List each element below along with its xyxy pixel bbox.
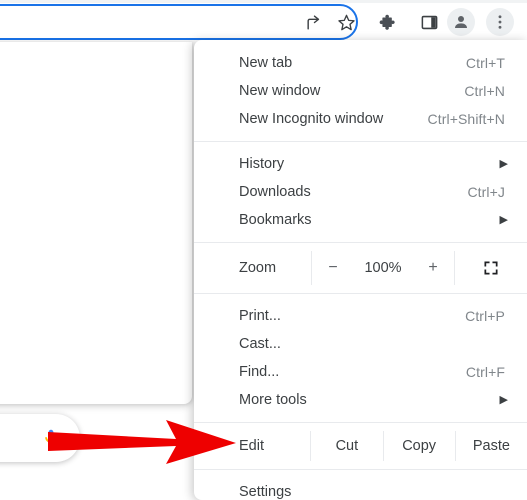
menu-separator	[194, 293, 527, 294]
menu-item-shortcut: Ctrl+Shift+N	[427, 111, 505, 127]
menu-item-bookmarks[interactable]: Bookmarks ▶	[194, 206, 527, 234]
puzzle-icon[interactable]	[377, 11, 399, 33]
edit-paste-button[interactable]: Paste	[454, 431, 527, 461]
menu-item-cast[interactable]: Cast...	[194, 330, 527, 358]
menu-row-zoom[interactable]: Zoom − 100% +	[194, 251, 527, 285]
menu-item-new-tab[interactable]: New tab Ctrl+T	[194, 49, 527, 77]
menu-item-label: Find...	[239, 364, 280, 380]
google-search-box[interactable]	[0, 414, 80, 462]
edit-label: Edit	[239, 438, 264, 454]
zoom-controls[interactable]: − 100% +	[311, 251, 455, 285]
menu-item-label: Bookmarks	[239, 212, 312, 228]
side-panel-icon[interactable]	[418, 11, 440, 33]
omnibox-suggestions-popup[interactable]	[0, 42, 192, 404]
menu-item-label: History	[239, 156, 285, 172]
edit-cut-button[interactable]: Cut	[310, 431, 382, 461]
menu-item-label: New tab	[239, 55, 293, 71]
google-mic-icon[interactable]	[40, 427, 62, 449]
fullscreen-icon[interactable]	[455, 251, 527, 285]
menu-item-shortcut: Ctrl+T	[465, 55, 505, 71]
menu-item-new-incognito-window[interactable]: New Incognito window Ctrl+Shift+N	[194, 105, 527, 133]
browser-screenshot: New tab Ctrl+T New window Ctrl+N New Inc…	[0, 0, 527, 500]
menu-item-label: Downloads	[239, 184, 311, 200]
menu-item-label: Print...	[239, 308, 281, 324]
menu-separator	[194, 242, 527, 243]
menu-item-shortcut: Ctrl+P	[465, 308, 505, 324]
menu-item-label: Cast...	[239, 336, 281, 352]
chevron-right-icon: ▶	[499, 157, 508, 170]
star-icon[interactable]	[335, 11, 357, 33]
menu-item-label: New Incognito window	[239, 111, 384, 127]
menu-item-shortcut: Ctrl+J	[467, 184, 505, 200]
share-icon[interactable]	[303, 11, 325, 33]
menu-item-downloads[interactable]: Downloads Ctrl+J	[194, 178, 527, 206]
menu-item-label: New window	[239, 83, 321, 99]
menu-item-new-window[interactable]: New window Ctrl+N	[194, 77, 527, 105]
chevron-right-icon: ▶	[499, 393, 508, 406]
chrome-main-menu[interactable]: New tab Ctrl+T New window Ctrl+N New Inc…	[194, 40, 527, 500]
zoom-level-value: 100%	[364, 260, 402, 276]
zoom-label: Zoom	[239, 260, 277, 276]
menu-item-shortcut: Ctrl+F	[465, 364, 505, 380]
zoom-out-button[interactable]: −	[325, 259, 341, 277]
menu-item-shortcut: Ctrl+N	[464, 83, 505, 99]
browser-toolbar	[0, 0, 527, 44]
chevron-right-icon: ▶	[499, 213, 508, 226]
menu-item-settings[interactable]: Settings	[194, 478, 527, 500]
menu-separator	[194, 469, 527, 470]
menu-item-print[interactable]: Print... Ctrl+P	[194, 302, 527, 330]
profile-avatar-icon[interactable]	[447, 8, 475, 36]
menu-separator	[194, 141, 527, 142]
menu-item-history[interactable]: History ▶	[194, 150, 527, 178]
menu-item-label: More tools	[239, 392, 307, 408]
menu-separator	[194, 422, 527, 423]
tabstrip-edge	[0, 0, 527, 3]
edit-copy-button[interactable]: Copy	[382, 431, 455, 461]
menu-row-edit[interactable]: Edit Cut Copy Paste	[194, 431, 527, 461]
menu-item-label: Settings	[239, 484, 292, 500]
three-dot-menu-icon[interactable]	[486, 8, 514, 36]
menu-item-find[interactable]: Find... Ctrl+F	[194, 358, 527, 386]
zoom-in-button[interactable]: +	[425, 259, 441, 277]
menu-item-more-tools[interactable]: More tools ▶	[194, 386, 527, 414]
